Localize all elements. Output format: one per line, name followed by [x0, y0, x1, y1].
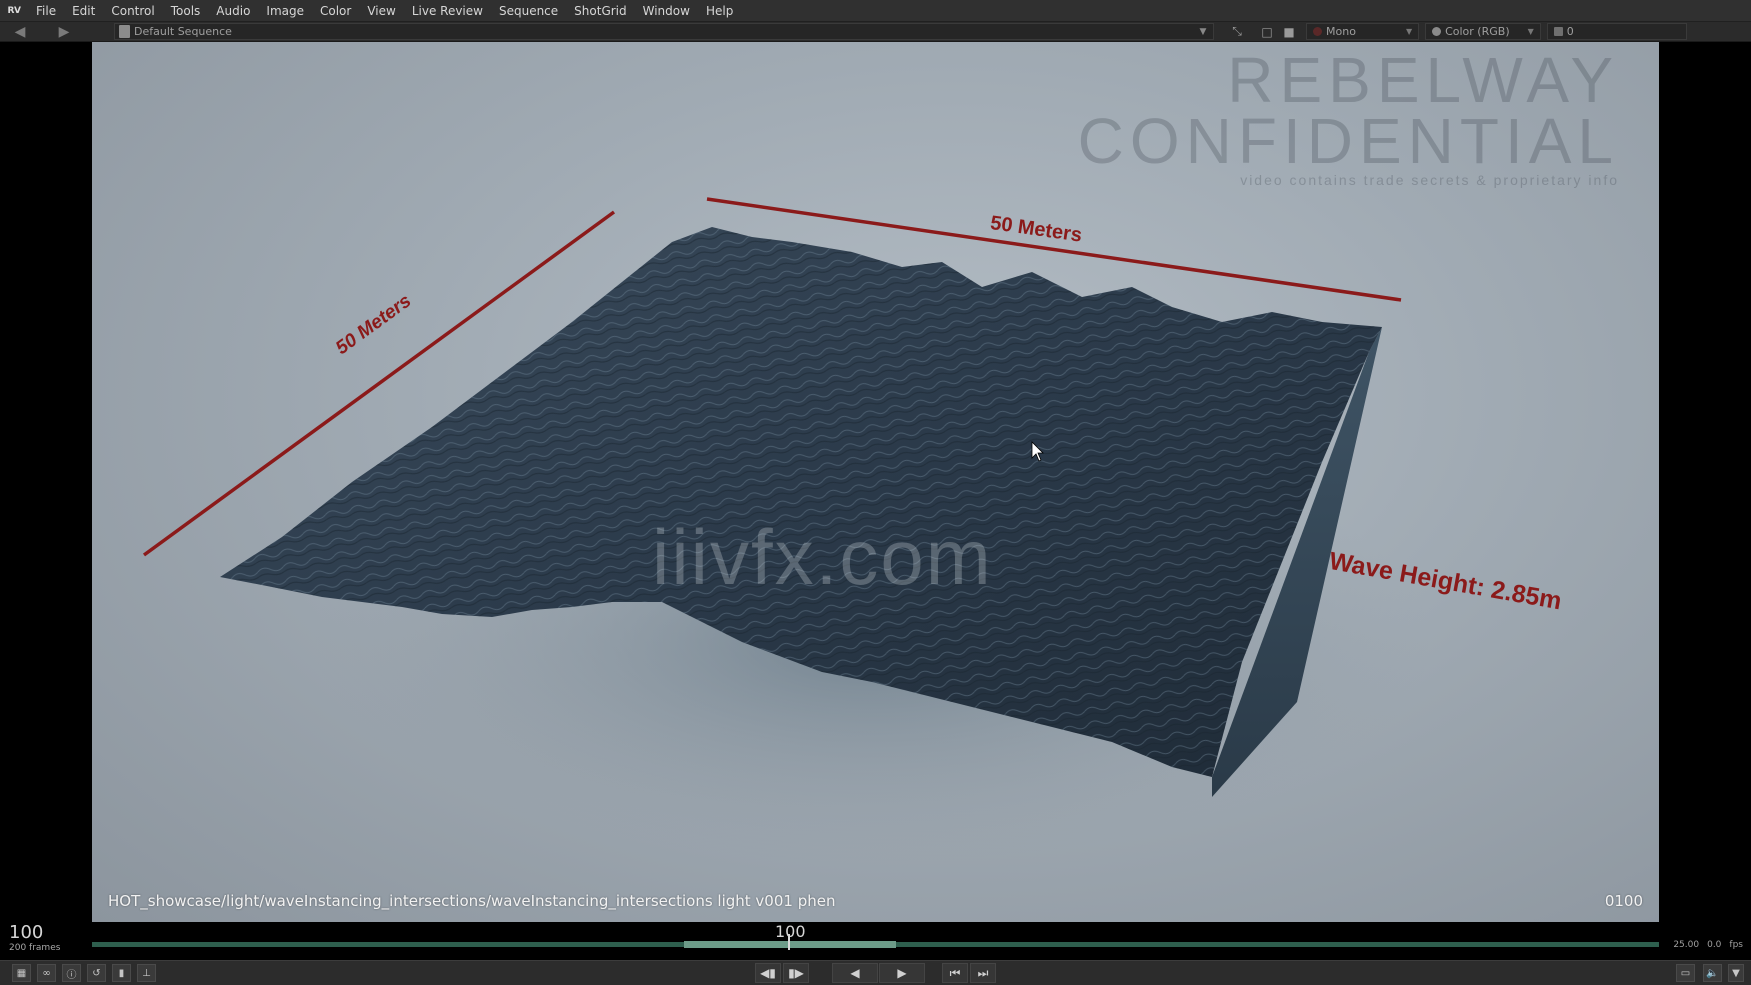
stereo-mode-label: Mono	[1326, 25, 1356, 38]
document-icon	[119, 25, 130, 38]
stereo-toggle-icon[interactable]: ∞	[37, 964, 56, 982]
wipe-tool-icon[interactable]: ⤡	[1226, 22, 1248, 42]
volume-icon[interactable]: 🔈	[1703, 964, 1722, 982]
current-frame: 100	[9, 922, 44, 943]
menu-tools[interactable]: Tools	[163, 0, 209, 22]
play-forward-icon[interactable]: ▶	[879, 963, 925, 983]
frame-number-overlay: 0100	[1604, 892, 1643, 910]
menu-view[interactable]: View	[359, 0, 403, 22]
frame-count: 200 frames	[9, 943, 61, 953]
step-back-icon[interactable]: ◀▮	[755, 963, 781, 983]
sequence-label: Default Sequence	[134, 25, 232, 38]
play-reverse-icon[interactable]: ◀	[832, 963, 878, 983]
media-path-overlay: HOT_showcase/light/waveInstancing_inters…	[108, 892, 836, 910]
menu-image[interactable]: Image	[258, 0, 312, 22]
site-watermark: iiivfx.com	[652, 513, 993, 601]
color-mode-dropdown[interactable]: Color (RGB) ▼	[1425, 23, 1541, 40]
timeline[interactable]: 100 200 frames 100 25.00 0.0 fps	[0, 922, 1751, 960]
in-out-range[interactable]	[684, 941, 896, 948]
chevron-down-icon: ▼	[1199, 26, 1207, 37]
sequence-selector[interactable]: Default Sequence ▼	[114, 23, 1214, 40]
layer-dropdown[interactable]: 0	[1546, 23, 1687, 40]
menu-sequence[interactable]: Sequence	[491, 0, 566, 22]
fullscreen-icon[interactable]: ▭	[1676, 964, 1695, 982]
mark-out-icon[interactable]: ⊥	[137, 964, 156, 982]
color-mode-label: Color (RGB)	[1445, 25, 1510, 38]
info-icon[interactable]: ⓘ	[62, 964, 81, 982]
fps-label: fps	[1729, 940, 1743, 950]
stereo-icon	[1313, 27, 1322, 36]
back-arrow-icon[interactable]: ◀	[8, 22, 32, 42]
menu-shotgrid[interactable]: ShotGrid	[566, 0, 634, 22]
background-color-icon[interactable]: ■	[1278, 22, 1300, 42]
stereo-mode-dropdown[interactable]: Mono ▼	[1306, 23, 1420, 40]
step-forward-icon[interactable]: ▮▶	[783, 963, 809, 983]
chevron-down-icon: ▼	[1527, 27, 1534, 36]
fps-readout: 25.00 0.0 fps	[1673, 940, 1743, 950]
menu-live-review[interactable]: Live Review	[404, 0, 491, 22]
toolbar: ◀ ▶ Default Sequence ▼ ⤡ □ ■ Mono ▼ Colo…	[0, 22, 1751, 42]
menu-color[interactable]: Color	[312, 0, 359, 22]
loop-icon[interactable]: ↺	[87, 964, 106, 982]
go-to-end-icon[interactable]: ⏭	[970, 963, 996, 983]
menu-file[interactable]: File	[28, 0, 64, 22]
menu-bar: RV File Edit Control Tools Audio Image C…	[0, 0, 1751, 22]
monitor-icon	[1553, 27, 1563, 36]
menu-audio[interactable]: Audio	[208, 0, 258, 22]
layer-label: 0	[1566, 25, 1574, 38]
confidential-line1: REBELWAY	[1227, 44, 1619, 116]
forward-arrow-icon[interactable]: ▶	[52, 22, 76, 42]
chevron-down-icon[interactable]: ▼	[1728, 964, 1744, 982]
go-to-start-icon[interactable]: ⏮	[942, 963, 968, 983]
playhead-frame-label: 100	[775, 922, 806, 941]
playback-controls: ▦ ∞ ⓘ ↺ ▮ ⊥ ◀▮ ▮▶ ◀ ▶ ⏮ ⏭ ▭ 🔈 ▼	[0, 960, 1751, 985]
confidential-line2: CONFIDENTIAL	[1077, 105, 1619, 177]
confidential-watermark: REBELWAY CONFIDENTIAL video contains tra…	[1077, 44, 1619, 188]
fps-offset: 0.0	[1707, 940, 1722, 950]
menu-help[interactable]: Help	[698, 0, 741, 22]
layout-icon[interactable]: ▦	[12, 964, 31, 982]
app-logo: RV	[7, 5, 21, 16]
color-wheel-icon	[1432, 27, 1442, 36]
chevron-down-icon: ▼	[1405, 27, 1413, 36]
menu-window[interactable]: Window	[635, 0, 698, 22]
menu-control[interactable]: Control	[103, 0, 162, 22]
menu-edit[interactable]: Edit	[64, 0, 103, 22]
image-viewer[interactable]: REBELWAY CONFIDENTIAL video contains tra…	[92, 42, 1659, 922]
playhead[interactable]	[788, 934, 790, 950]
timeline-track[interactable]	[92, 934, 1659, 950]
frame-icon[interactable]: □	[1256, 22, 1278, 42]
fps-value: 25.00	[1673, 940, 1700, 950]
mark-in-icon[interactable]: ▮	[112, 964, 131, 982]
